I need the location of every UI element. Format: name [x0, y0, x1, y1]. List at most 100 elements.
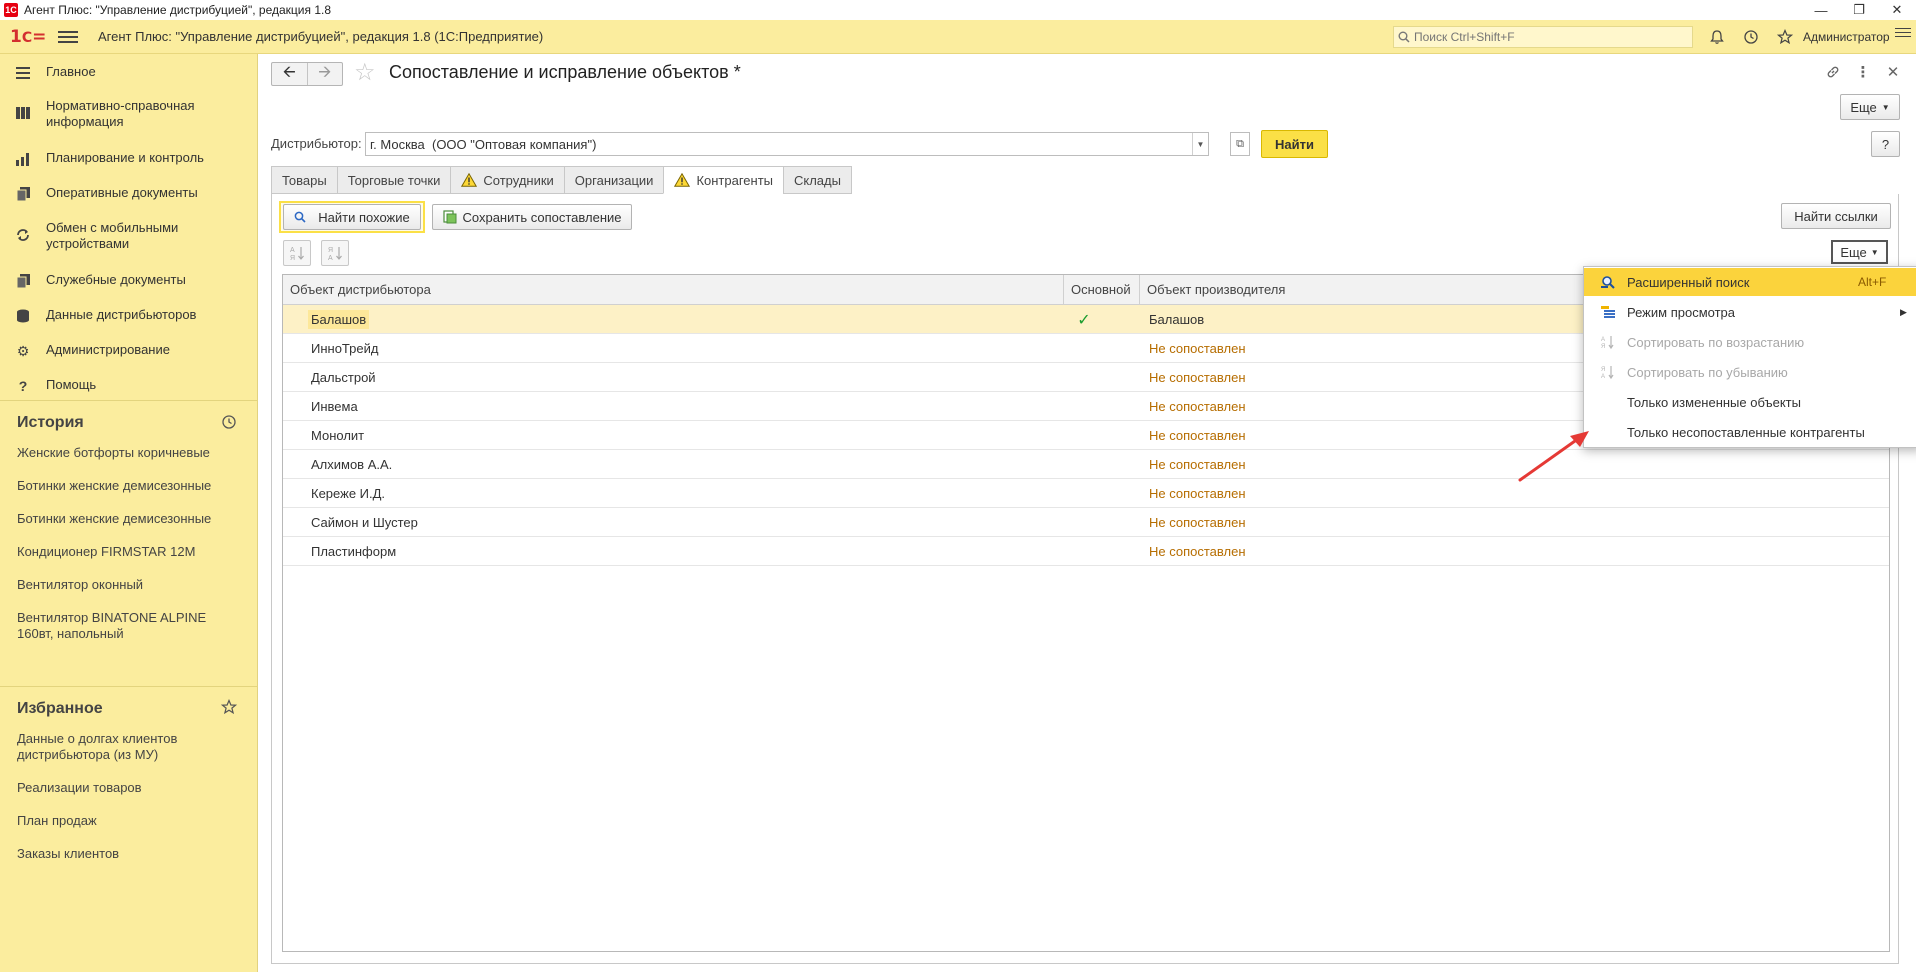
sidebar-item-help[interactable]: ? Помощь: [0, 377, 258, 395]
table-more-button[interactable]: Еще ▼: [1831, 240, 1888, 264]
history-item[interactable]: Вентилятор оконный: [17, 577, 242, 593]
checkmark-icon[interactable]: ✓: [1069, 305, 1099, 334]
global-search-field[interactable]: [1393, 26, 1693, 48]
svg-text:Я: Я: [1601, 367, 1605, 373]
table-row[interactable]: Пластинформ Не сопоставлен: [283, 537, 1889, 566]
svg-text:А: А: [1601, 337, 1605, 343]
favorite-item[interactable]: Заказы клиентов: [17, 846, 242, 862]
history-item[interactable]: Женские ботфорты коричневые: [17, 445, 242, 461]
distributor-field[interactable]: ▼: [365, 132, 1209, 156]
history-icon[interactable]: [1739, 25, 1763, 49]
tab-trade-points[interactable]: Торговые точки: [336, 166, 451, 194]
dropdown-arrow-icon[interactable]: ▼: [1192, 133, 1208, 155]
forward-arrow-icon[interactable]: 🡪: [306, 63, 343, 85]
favorite-item[interactable]: Данные о долгах клиентов дистрибьютора (…: [17, 731, 207, 763]
favorite-item[interactable]: Реализации товаров: [17, 780, 242, 796]
sidebar-item-label: Обмен с мобильными устройствами: [46, 220, 179, 251]
tab-warehouses[interactable]: Склады: [783, 166, 852, 194]
history-item[interactable]: Вентилятор BINATONE ALPINE 160вт, наполь…: [17, 610, 217, 642]
tab-label: Сотрудники: [483, 172, 554, 188]
1c-logo-icon[interactable]: 1С=: [10, 27, 46, 47]
warning-icon: [674, 173, 691, 187]
cell-producer-object: Не сопоставлен: [1149, 428, 1246, 443]
global-search-input[interactable]: [1410, 29, 1680, 45]
sidebar-item-service-docs[interactable]: Служебные документы: [0, 272, 258, 290]
sidebar-item-label: Оперативные документы: [46, 185, 198, 200]
table-row[interactable]: Алхимов А.А. Не сопоставлен: [283, 450, 1889, 479]
column-header-main[interactable]: Основной: [1063, 275, 1139, 305]
main-menu-icon[interactable]: [58, 27, 78, 47]
tab-counterparties[interactable]: Контрагенты: [663, 166, 783, 194]
menu-item-sort-ascending[interactable]: АЯ Сортировать по возрастанию: [1584, 328, 1916, 356]
tab-goods[interactable]: Товары: [271, 166, 337, 194]
open-distributor-icon[interactable]: ⧉: [1230, 132, 1250, 156]
distributor-label: Дистрибьютор:: [271, 136, 362, 151]
menu-item-sort-descending[interactable]: ЯА Сортировать по убыванию: [1584, 358, 1916, 386]
menu-item-label: Сортировать по возрастанию: [1627, 334, 1805, 350]
sidebar-item-operational-docs[interactable]: Оперативные документы: [0, 185, 258, 203]
favorites-star-icon[interactable]: [220, 698, 238, 720]
sort-ascending-button[interactable]: АЯ: [283, 240, 311, 266]
documents-icon: [14, 185, 32, 203]
sidebar-item-label: Нормативно-справочная информация: [46, 98, 195, 129]
minimize-button[interactable]: —: [1802, 0, 1840, 20]
history-item[interactable]: Ботинки женские демисезонные: [17, 478, 242, 494]
menu-item-only-changed[interactable]: Только измененные объекты: [1584, 388, 1916, 416]
warning-icon: [461, 173, 478, 187]
more-actions-icon[interactable]: ⋮: [1853, 62, 1873, 82]
find-links-button[interactable]: Найти ссылки: [1781, 203, 1891, 229]
cell-producer-object: Не сопоставлен: [1149, 457, 1246, 472]
distributor-data-icon: [14, 307, 32, 325]
favorite-item[interactable]: План продаж: [17, 813, 242, 829]
find-similar-button[interactable]: Найти похожие: [283, 204, 421, 230]
tab-label: Торговые точки: [347, 172, 441, 188]
sidebar-item-planning[interactable]: Планирование и контроль: [0, 150, 258, 168]
table-row[interactable]: Саймон и Шустер Не сопоставлен: [283, 508, 1889, 537]
menu-item-advanced-search[interactable]: Расширенный поиск Alt+F: [1584, 268, 1916, 296]
sort-descending-button[interactable]: ЯА: [321, 240, 349, 266]
history-item[interactable]: Ботинки женские демисезонные: [17, 511, 242, 527]
sidebar-item-reference[interactable]: Нормативно-справочная информация: [0, 98, 258, 130]
cell-distributor-object: Монолит: [311, 428, 365, 443]
tab-employees[interactable]: Сотрудники: [450, 166, 564, 194]
history-icon[interactable]: [221, 414, 237, 435]
bell-icon[interactable]: [1705, 25, 1729, 49]
tab-organizations[interactable]: Организации: [563, 166, 664, 194]
settings-menu-icon[interactable]: [1895, 28, 1911, 44]
menu-item-view-mode[interactable]: Режим просмотра ▶: [1584, 298, 1916, 326]
chevron-down-icon: ▼: [1870, 247, 1879, 257]
save-mapping-button[interactable]: Сохранить сопоставление: [432, 204, 632, 230]
close-form-icon[interactable]: ✕: [1883, 62, 1903, 82]
sidebar-divider: [0, 686, 258, 687]
annotation-arrow-icon: [1518, 431, 1589, 482]
find-button[interactable]: Найти: [1261, 130, 1328, 158]
table-row[interactable]: Кереже И.Д. Не сопоставлен: [283, 479, 1889, 508]
restore-button[interactable]: ❐: [1840, 0, 1878, 20]
distributor-input[interactable]: [366, 135, 1192, 153]
column-header-distributor-object[interactable]: Объект дистрибьютора: [283, 275, 1063, 305]
sync-icon: [14, 226, 32, 244]
link-icon[interactable]: [1823, 62, 1843, 82]
back-arrow-icon[interactable]: 🡨: [272, 63, 307, 85]
sidebar-item-administration[interactable]: ⚙ Администрирование: [0, 342, 258, 360]
more-actions-popup-menu: Расширенный поиск Alt+F Режим просмотра …: [1583, 266, 1916, 448]
add-to-favorites-star-icon[interactable]: ☆: [354, 60, 376, 86]
sidebar-item-mobile-exchange[interactable]: Обмен с мобильными устройствами: [0, 220, 258, 252]
help-button[interactable]: ?: [1871, 131, 1900, 157]
cell-distributor-object: Саймон и Шустер: [311, 515, 418, 530]
cell-producer-object: Не сопоставлен: [1149, 544, 1246, 559]
history-item[interactable]: Кондиционер FIRMSTAR 12M: [17, 544, 242, 560]
user-name[interactable]: Администратор: [1803, 30, 1890, 44]
menu-item-label: Только несопоставленные контрагенты: [1627, 424, 1865, 440]
form-more-button[interactable]: Еще ▼: [1840, 94, 1900, 120]
cell-distributor-object: Пластинформ: [311, 544, 397, 559]
app-title: Агент Плюс: "Управление дистрибуцией", р…: [98, 29, 544, 44]
cell-distributor-object: Балашов: [308, 310, 370, 329]
sidebar-item-label: Администрирование: [46, 342, 170, 357]
menu-item-only-unmatched[interactable]: Только несопоставленные контрагенты: [1584, 418, 1916, 446]
submenu-arrow-icon: ▶: [1900, 306, 1907, 317]
favorites-star-icon[interactable]: [1773, 25, 1797, 49]
close-window-button[interactable]: ✕: [1878, 0, 1916, 20]
sidebar-item-distributor-data[interactable]: Данные дистрибьюторов: [0, 307, 258, 325]
sidebar-item-main[interactable]: Главное: [0, 64, 258, 82]
